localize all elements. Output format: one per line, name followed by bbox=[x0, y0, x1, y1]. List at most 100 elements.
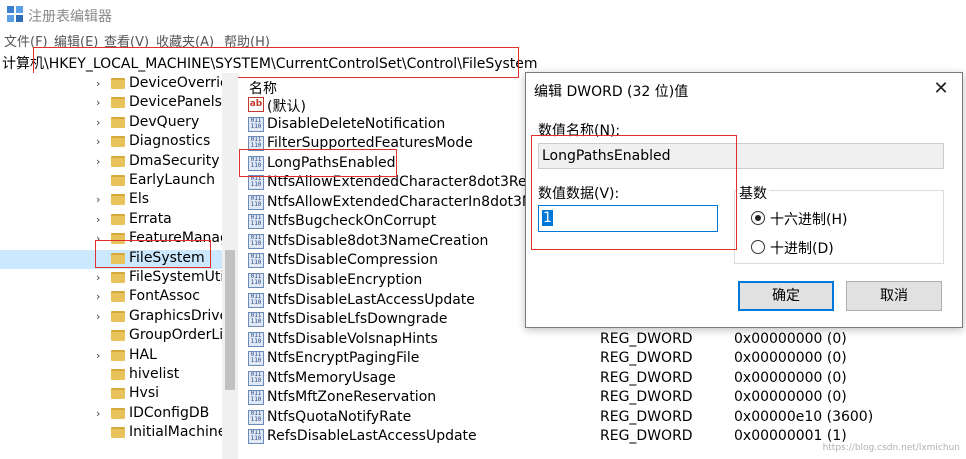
value-name: NtfsQuotaNotifyRate bbox=[267, 408, 412, 425]
radio-hex-label: 十六进制(H) bbox=[770, 212, 848, 228]
radio-dec[interactable]: 十进制(D) bbox=[751, 238, 901, 258]
chevron-right-icon[interactable]: › bbox=[96, 310, 100, 323]
chevron-right-icon[interactable]: › bbox=[96, 155, 100, 168]
value-row[interactable]: 011 110 NtfsEncryptPagingFile REG_DWORD 0x0… bbox=[248, 350, 966, 369]
tree-item[interactable]: › IDConfigDB bbox=[0, 405, 238, 424]
chevron-right-icon[interactable]: › bbox=[96, 77, 100, 90]
tree-item[interactable]: › Els bbox=[0, 191, 238, 210]
radio-hex[interactable]: 十六进制(H) bbox=[751, 209, 901, 229]
tree-item[interactable]: › DevQuery bbox=[0, 114, 238, 133]
binary-value-icon: 011 110 bbox=[248, 370, 264, 386]
radio-dec-circle[interactable] bbox=[751, 240, 765, 254]
folder-icon bbox=[111, 213, 125, 225]
tree-item-label: FontAssoc bbox=[129, 288, 200, 305]
folder-icon bbox=[111, 330, 125, 342]
chevron-right-icon[interactable]: › bbox=[96, 213, 100, 226]
tree-item[interactable]: › FileSystemUtil bbox=[0, 269, 238, 288]
chevron-right-icon[interactable]: › bbox=[96, 407, 100, 420]
tree-item[interactable]: › FontAssoc bbox=[0, 288, 238, 307]
tree-item[interactable]: InitialMachine bbox=[0, 424, 238, 443]
tree-item[interactable]: › HAL bbox=[0, 347, 238, 366]
binary-value-icon: 011 110 bbox=[248, 175, 264, 191]
tree-item-label: FileSystemUtil bbox=[129, 269, 229, 285]
folder-icon bbox=[111, 427, 125, 439]
ok-button[interactable]: 确定 bbox=[738, 281, 834, 311]
radio-hex-circle[interactable] bbox=[751, 211, 765, 225]
tree-item-label: DevQuery bbox=[129, 113, 200, 130]
folder-icon bbox=[111, 155, 125, 167]
close-icon[interactable]: ✕ bbox=[930, 78, 952, 100]
tree-item[interactable]: › DmaSecurity bbox=[0, 153, 238, 172]
binary-value-icon: 011 110 bbox=[248, 233, 264, 249]
tree-item[interactable]: › Errata bbox=[0, 211, 238, 230]
value-row[interactable]: 011 110 NtfsMftZoneReservation REG_DWORD 0x… bbox=[248, 389, 966, 408]
value-name: RefsDisableLastAccessUpdate bbox=[267, 428, 477, 445]
binary-value-icon: 011 110 bbox=[248, 390, 264, 406]
value-name: NtfsEncryptPagingFile bbox=[267, 350, 420, 367]
folder-icon bbox=[111, 388, 125, 400]
folder-icon bbox=[111, 349, 125, 361]
tree-item[interactable]: Hvsi bbox=[0, 385, 238, 404]
folder-icon bbox=[111, 369, 125, 380]
tree-item-label: GraphicsDriver bbox=[129, 307, 234, 324]
value-name: (默认) bbox=[267, 99, 306, 115]
value-name: NtfsAllowExtendedCharacterIn8dot3Nam bbox=[267, 193, 555, 210]
tree-item[interactable]: hivelist bbox=[0, 366, 238, 385]
binary-value-icon: 011 110 bbox=[248, 272, 264, 288]
folder-icon bbox=[111, 310, 125, 322]
base-label: 基数 bbox=[737, 183, 769, 203]
value-name: DisableDeleteNotification bbox=[267, 115, 446, 132]
tree-item-label: Els bbox=[129, 191, 150, 208]
chevron-right-icon[interactable]: › bbox=[96, 349, 100, 362]
tree-item-label: IDConfigDB bbox=[129, 404, 210, 421]
title-bar: 注册表编辑器 bbox=[0, 0, 966, 30]
chevron-right-icon[interactable]: › bbox=[96, 96, 100, 109]
tree-item[interactable]: › DevicePanels bbox=[0, 94, 238, 113]
annotation-box-longpaths bbox=[239, 149, 397, 177]
tree-item[interactable]: › Diagnostics bbox=[0, 133, 238, 152]
value-type: REG_DWORD bbox=[600, 408, 693, 425]
cancel-button[interactable]: 取消 bbox=[846, 281, 942, 311]
dialog-title: 编辑 DWORD (32 位)值 bbox=[534, 84, 689, 100]
chevron-right-icon[interactable]: › bbox=[96, 290, 100, 303]
tree-item-label: EarlyLaunch bbox=[129, 172, 216, 188]
tree-item[interactable]: › DeviceOverrid bbox=[0, 75, 238, 94]
value-name: NtfsMftZoneReservation bbox=[267, 389, 437, 406]
binary-value-icon: 011 110 bbox=[248, 312, 264, 328]
value-name: NtfsMemoryUsage bbox=[267, 369, 396, 386]
chevron-right-icon[interactable]: › bbox=[96, 271, 100, 284]
binary-value-icon: 011 110 bbox=[248, 292, 264, 308]
watermark: https://blog.csdn.net/lxmichun bbox=[822, 443, 960, 453]
tree-item[interactable]: › GraphicsDriver bbox=[0, 308, 238, 327]
tree-item-label: Hvsi bbox=[129, 385, 159, 402]
folder-icon bbox=[111, 407, 125, 419]
tree-item[interactable]: GroupOrderLis bbox=[0, 327, 238, 346]
tree-item-label: DeviceOverrid bbox=[129, 75, 229, 91]
tree-item-label: InitialMachine bbox=[129, 424, 227, 441]
value-row[interactable]: 011 110 NtfsDisableVolsnapHints REG_DWORD 0… bbox=[248, 331, 966, 350]
column-header-name[interactable]: 名称 bbox=[249, 78, 277, 98]
tree-item[interactable]: EarlyLaunch bbox=[0, 172, 238, 191]
tree-item-label: GroupOrderLis bbox=[129, 327, 231, 344]
chevron-right-icon[interactable]: › bbox=[96, 116, 100, 129]
binary-value-icon: 011 110 bbox=[248, 194, 264, 210]
folder-icon bbox=[111, 116, 125, 128]
value-name: NtfsDisableLastAccessUpdate bbox=[267, 291, 475, 308]
value-data: 0x00000000 (0) bbox=[734, 330, 847, 347]
radio-dec-label: 十进制(D) bbox=[770, 241, 834, 257]
value-row[interactable]: 011 110 NtfsMemoryUsage REG_DWORD 0x0000000… bbox=[248, 370, 966, 389]
value-type: REG_DWORD bbox=[600, 428, 693, 445]
tree-scrollbar-thumb[interactable] bbox=[225, 250, 235, 390]
value-data: 0x00000000 (0) bbox=[734, 389, 847, 406]
folder-icon bbox=[111, 272, 125, 283]
binary-value-icon: 011 110 bbox=[248, 409, 264, 425]
value-name: NtfsDisableEncryption bbox=[267, 271, 423, 288]
value-data: 0x00000e10 (3600) bbox=[734, 408, 874, 425]
annotation-box-dialog-fields bbox=[531, 135, 737, 250]
regedit-icon bbox=[7, 6, 23, 22]
value-row[interactable]: 011 110 NtfsQuotaNotifyRate REG_DWORD 0x000… bbox=[248, 409, 966, 428]
chevron-right-icon[interactable]: › bbox=[96, 193, 100, 206]
value-name: NtfsDisableCompression bbox=[267, 252, 438, 269]
chevron-right-icon[interactable]: › bbox=[96, 135, 100, 148]
folder-icon bbox=[111, 175, 125, 186]
